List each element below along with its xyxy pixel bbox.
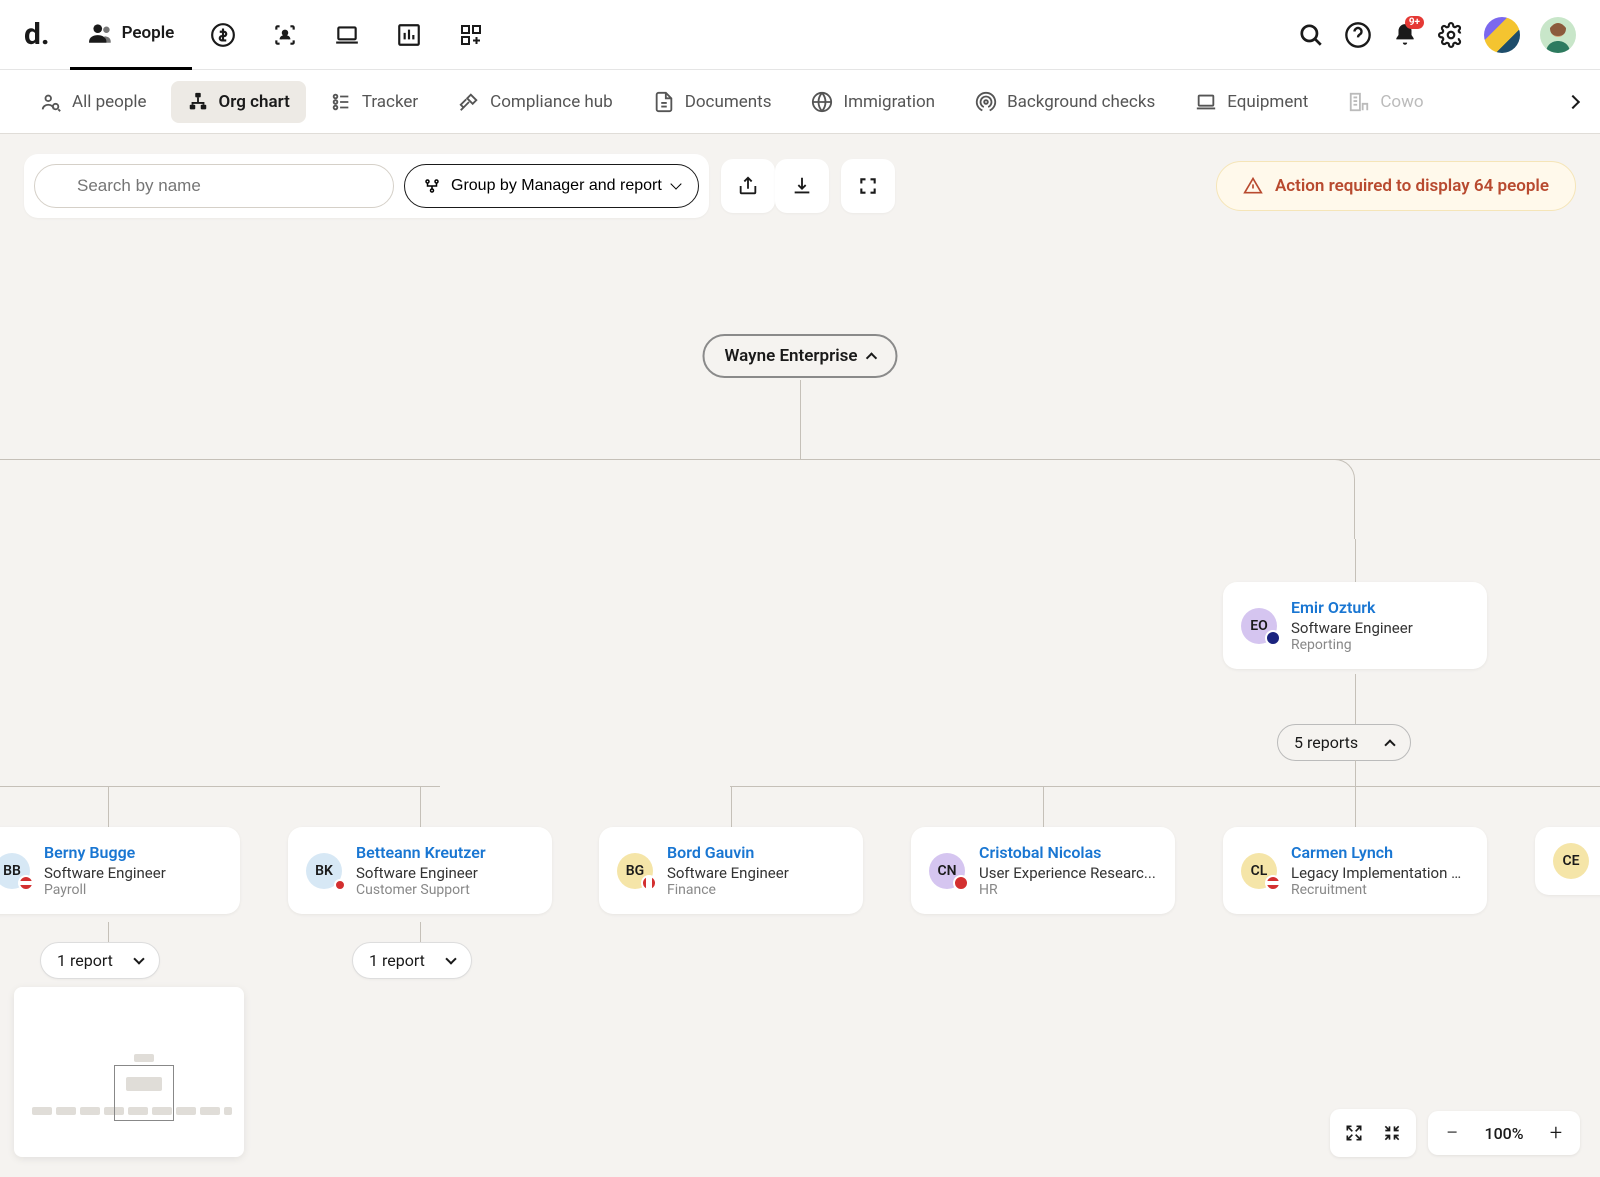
nav-equipment[interactable]	[316, 0, 378, 70]
nav-reports[interactable]	[378, 0, 440, 70]
alert-pill[interactable]: Action required to display 64 people	[1216, 161, 1576, 211]
status-dot-icon	[334, 879, 346, 891]
zoom-controls: − 100% +	[1330, 1109, 1580, 1157]
collapse-icon[interactable]	[1378, 1119, 1406, 1147]
person-card-betteann[interactable]: BK Betteann Kreutzer Software Engineer C…	[288, 827, 552, 914]
flag-au-icon	[1265, 630, 1281, 646]
logo[interactable]: d.	[24, 17, 50, 52]
chevron-up-icon	[866, 352, 877, 363]
group-by-button[interactable]: Group by Manager and report	[404, 164, 699, 208]
zoom-out-button[interactable]: −	[1438, 1119, 1466, 1147]
org-avatar[interactable]	[1484, 17, 1520, 53]
nav-hiring[interactable]	[254, 0, 316, 70]
grid-plus-icon	[458, 22, 484, 48]
subnav-background[interactable]: Background checks	[959, 81, 1171, 123]
subnav-documents[interactable]: Documents	[637, 81, 788, 123]
chevron-down-icon	[670, 178, 681, 189]
dollar-icon	[210, 22, 236, 48]
search-icon[interactable]	[1298, 22, 1324, 48]
nav-people[interactable]: People	[70, 0, 193, 70]
nav-people-label: People	[122, 23, 175, 43]
zoom-in-button[interactable]: +	[1542, 1119, 1570, 1147]
subnav-all-people[interactable]: All people	[24, 81, 163, 123]
subnav-scroll-right[interactable]	[1558, 87, 1588, 117]
subnav-equipment[interactable]: Equipment	[1179, 81, 1324, 123]
person-card-carmen[interactable]: CL Carmen Lynch Legacy Implementation A.…	[1223, 827, 1487, 914]
flag-ca-icon	[641, 875, 657, 891]
subnav-coworking[interactable]: Cowo	[1332, 81, 1439, 123]
top-nav: d. People 9+	[0, 0, 1600, 70]
chart-icon	[396, 22, 422, 48]
person-scan-icon	[272, 22, 298, 48]
subnav-tracker[interactable]: Tracker	[314, 81, 434, 123]
nav-finance[interactable]	[192, 0, 254, 70]
user-avatar[interactable]	[1540, 17, 1576, 53]
nav-apps[interactable]	[440, 0, 502, 70]
people-icon	[88, 20, 114, 46]
subnav-compliance[interactable]: Compliance hub	[442, 81, 629, 123]
settings-icon[interactable]	[1438, 22, 1464, 48]
chevron-down-icon	[133, 953, 144, 964]
flag-us-icon	[18, 875, 34, 891]
flag-vn-icon	[953, 875, 969, 891]
subnav-immigration[interactable]: Immigration	[795, 81, 951, 123]
help-icon[interactable]	[1344, 21, 1372, 49]
person-card-berny[interactable]: BB Berny Bugge Software Engineer Payroll	[0, 827, 240, 914]
reports-pill-betteann[interactable]: 1 report	[352, 942, 472, 979]
toolbar: Group by Manager and report Action requi…	[0, 134, 1600, 238]
person-card-partial[interactable]: CE	[1535, 827, 1600, 895]
share-button[interactable]	[721, 159, 775, 213]
zoom-level: 100%	[1480, 1124, 1528, 1143]
person-card-cristobal[interactable]: CN Cristobal Nicolas User Experience Res…	[911, 827, 1175, 914]
chevron-up-icon	[1384, 739, 1395, 750]
fullscreen-button[interactable]	[841, 159, 895, 213]
reports-pill-berny[interactable]: 1 report	[40, 942, 160, 979]
root-node[interactable]: Wayne Enterprise	[702, 334, 897, 378]
person-card-emir[interactable]: EO Emir Ozturk Software Engineer Reporti…	[1223, 582, 1487, 669]
download-button[interactable]	[775, 159, 829, 213]
minimap[interactable]	[14, 987, 244, 1157]
org-chart-canvas[interactable]: Wayne Enterprise EO Emir Ozturk Software…	[0, 234, 1600, 1177]
notifications-icon[interactable]: 9+	[1392, 22, 1418, 48]
chevron-down-icon	[445, 953, 456, 964]
notif-badge: 9+	[1405, 16, 1424, 29]
reports-pill-emir[interactable]: 5 reports	[1277, 724, 1411, 761]
expand-icon[interactable]	[1340, 1119, 1368, 1147]
search-input[interactable]	[34, 164, 394, 208]
person-card-bord[interactable]: BG Bord Gauvin Software Engineer Finance	[599, 827, 863, 914]
sub-nav: All people Org chart Tracker Compliance …	[0, 70, 1600, 134]
flag-us-icon	[1265, 875, 1281, 891]
subnav-org-chart[interactable]: Org chart	[171, 81, 306, 123]
laptop-icon	[334, 22, 360, 48]
